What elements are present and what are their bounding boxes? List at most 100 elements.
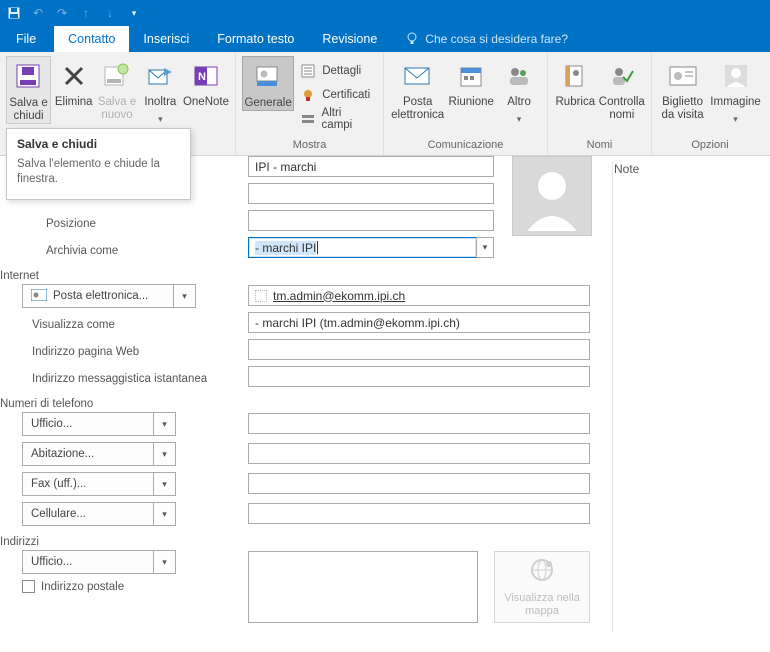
save-new-label: Salva e nuovo [96,96,137,122]
phone3-label: Fax (uff.)... [31,478,86,490]
redo-icon[interactable]: ↷ [54,5,70,21]
chevron-down-icon: ▾ [733,113,738,126]
details-label: Dettagli [322,65,361,77]
phone4-input[interactable] [248,503,590,524]
save-new-button[interactable]: Salva e nuovo ▾ [96,56,137,139]
details-button[interactable]: Dettagli [296,60,377,82]
tab-format[interactable]: Formato testo [203,26,308,52]
meeting-button[interactable]: Riunione [447,56,495,109]
svg-text:N: N [198,71,206,83]
phone1-input[interactable] [248,413,590,434]
book-icon [559,60,591,92]
section-phones: Numeri di telefono [0,398,93,410]
delete-label: Elimina [55,96,93,109]
fullname-input[interactable] [248,156,494,177]
email-picker-label: Posta elettronica... [53,290,148,302]
archive-value: - marchi IPI [255,241,316,255]
phone4-button[interactable]: Cellulare... [22,502,154,526]
phone1-button[interactable]: Ufficio... [22,412,154,436]
position-label: Posizione [46,218,96,230]
delete-icon [58,60,90,92]
image-button[interactable]: Immagine ▾ [709,56,762,126]
email-input[interactable]: tm.admin@ekomm.ipi.ch [248,285,590,306]
group-comm-label: Comunicazione [384,139,547,155]
checknames-button[interactable]: Controlla nomi [599,56,645,122]
calendar-icon [455,60,487,92]
certificates-label: Certificati [322,89,370,101]
address-textarea[interactable] [248,551,478,623]
tab-contact[interactable]: Contatto [54,26,129,52]
bizcard-label: Biglietto da visita [658,96,707,122]
general-label: Generale [244,97,291,110]
meeting-label: Riunione [449,96,494,109]
up-icon[interactable]: ↑ [78,5,94,21]
tab-file[interactable]: File [10,26,54,52]
address-button[interactable]: Ufficio... [22,550,154,574]
group-show-label: Mostra [236,139,383,155]
phone2-input[interactable] [248,443,590,464]
email-picker-button[interactable]: Posta elettronica... [22,284,174,308]
display-as-input[interactable] [248,312,590,333]
onenote-icon: N [190,60,222,92]
image-label: Immagine [710,96,761,109]
section-internet: Internet [0,270,39,282]
general-icon [252,61,284,93]
im-input[interactable] [248,366,590,387]
phone1-label: Ufficio... [31,418,72,430]
down-icon[interactable]: ↓ [102,5,118,21]
phone3-input[interactable] [248,473,590,494]
addressbook-label: Rubrica [556,96,596,109]
forward-button[interactable]: Inoltra ▾ [140,56,181,126]
delete-button[interactable]: Elimina [53,56,94,109]
postal-checkbox[interactable] [22,580,35,593]
forward-label: Inoltra [144,96,176,109]
map-button[interactable]: Visualizza nella mappa [494,551,590,623]
save-new-icon [101,60,133,92]
archive-dropdown[interactable]: ▾ [476,237,494,258]
position-input[interactable] [248,210,494,231]
bizcard-button[interactable]: Biglietto da visita [658,56,707,122]
webpage-label: Indirizzo pagina Web [32,346,139,358]
notes-label: Note [614,162,639,176]
email-button[interactable]: Posta elettronica [390,56,445,122]
email-label: Posta elettronica [390,96,445,122]
display-as-label: Visualizza come [32,319,115,331]
other-comm-label: Altro [507,96,531,109]
company-input[interactable] [248,183,494,204]
people-icon [503,60,535,92]
phone2-dropdown[interactable]: ▾ [154,442,176,466]
other-fields-button[interactable]: Altri campi [296,108,377,130]
phone2-button[interactable]: Abitazione... [22,442,154,466]
mail-icon [402,60,434,92]
qat-customize-icon[interactable]: ▾ [126,5,142,21]
tab-insert[interactable]: Inserisci [129,26,203,52]
phone1-dropdown[interactable]: ▾ [154,412,176,436]
save-icon[interactable] [6,5,22,21]
tell-me[interactable]: Che cosa si desidera fare? [391,26,568,52]
archive-label: Archivia come [46,245,118,257]
onenote-button[interactable]: N OneNote [183,56,229,109]
save-close-button[interactable]: Salva e chiudi [6,56,51,124]
forward-icon [144,60,176,92]
archive-as-input[interactable]: - marchi IPI [248,237,476,258]
email-picker-dropdown[interactable]: ▾ [174,284,196,308]
phone3-dropdown[interactable]: ▾ [154,472,176,496]
notes-divider [612,162,613,632]
webpage-input[interactable] [248,339,590,360]
details-icon [300,63,316,79]
certificates-button[interactable]: Certificati [296,84,377,106]
phone4-label: Cellulare... [31,508,86,520]
general-button[interactable]: Generale [242,56,294,111]
save-close-label: Salva e chiudi [7,97,50,123]
address-dropdown[interactable]: ▾ [154,550,176,574]
phone3-button[interactable]: Fax (uff.)... [22,472,154,496]
other-comm-button[interactable]: Altro ▾ [497,56,541,126]
phone4-dropdown[interactable]: ▾ [154,502,176,526]
undo-icon[interactable]: ↶ [30,5,46,21]
globe-icon [528,556,556,588]
check-person-icon [606,60,638,92]
lightbulb-icon [405,32,419,46]
tab-review[interactable]: Revisione [308,26,391,52]
contact-photo[interactable] [512,156,592,236]
addressbook-button[interactable]: Rubrica [554,56,597,109]
